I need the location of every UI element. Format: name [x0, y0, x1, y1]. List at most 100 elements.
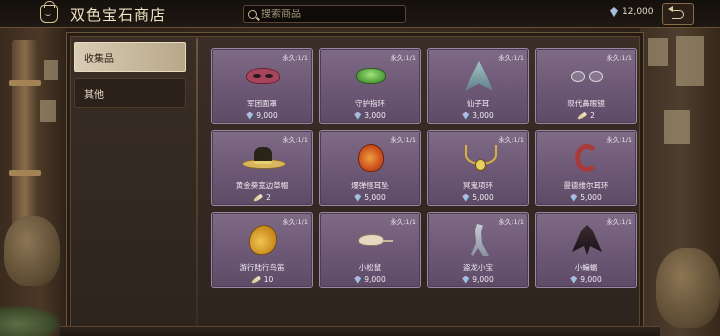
price-value: 9,000	[256, 111, 278, 120]
item-name: 守护指环	[355, 99, 385, 108]
item-name: 仙子耳	[466, 99, 490, 108]
ring-icon	[356, 68, 386, 84]
purchase-limit: 永久:1/1	[282, 136, 308, 144]
wall-note	[664, 110, 690, 144]
item-art	[348, 59, 394, 93]
item-name: 爆弹怪耳坠	[351, 181, 389, 190]
plant-decor	[0, 306, 60, 336]
item-name: 曼德维尔耳环	[563, 181, 609, 190]
gem-icon	[462, 275, 470, 284]
item-art	[456, 141, 502, 175]
feather-icon	[252, 192, 264, 203]
back-button[interactable]	[662, 3, 694, 25]
item-grid: 永久:1/1 军团面罩 9,000 永久:1/1 守护指环 3,000 永久:1…	[211, 48, 639, 288]
purchase-limit: 永久:1/1	[390, 136, 416, 144]
return-arrow-icon	[668, 6, 684, 19]
item-price: 10	[212, 274, 312, 285]
gem-icon	[462, 193, 470, 202]
purchase-limit: 永久:1/1	[606, 218, 632, 226]
hat-icon	[242, 147, 286, 169]
currency-amount: 12,000	[622, 7, 654, 17]
feather-icon	[576, 110, 588, 121]
item-name: 小松鼠	[358, 263, 382, 272]
price-value: 5,000	[364, 193, 386, 202]
item-card[interactable]: 永久:1/1 仙子耳 3,000	[427, 48, 529, 124]
currency-display: 12,000	[610, 7, 654, 17]
sack-decor	[656, 248, 720, 328]
price-value: 10	[263, 275, 274, 284]
necklace-icon	[462, 145, 497, 171]
item-card[interactable]: 永久:1/1 曼德维尔耳环 5,000	[535, 130, 637, 206]
search-icon	[248, 9, 257, 19]
item-card[interactable]: 永久:1/1 游行陆行鸟笛 10	[211, 212, 313, 288]
gem-icon	[354, 275, 362, 284]
bird-whistle-icon	[249, 225, 277, 255]
item-name: 小蝙蝠	[574, 263, 598, 272]
price-value: 5,000	[472, 193, 494, 202]
gem-icon	[462, 111, 470, 120]
item-price: 5,000	[536, 193, 636, 202]
price-value: 3,000	[472, 111, 494, 120]
item-art	[348, 223, 394, 257]
item-price: 3,000	[428, 111, 528, 120]
shop-bag-icon	[40, 1, 58, 23]
wall-note	[40, 100, 56, 122]
purchase-limit: 永久:1/1	[498, 54, 524, 62]
price-value: 2	[590, 111, 595, 120]
bat-icon	[572, 225, 602, 255]
earring-icon	[358, 144, 384, 172]
gem-icon	[610, 7, 618, 17]
item-price: 9,000	[320, 275, 420, 284]
glasses-icon	[569, 71, 605, 82]
mask-icon	[246, 68, 280, 84]
item-card[interactable]: 永久:1/1 爆弹怪耳坠 5,000	[319, 130, 421, 206]
purchase-limit: 永久:1/1	[606, 136, 632, 144]
raptor-icon	[471, 224, 489, 256]
item-name: 现代鼻眼镜	[567, 99, 605, 108]
item-card[interactable]: 永久:1/1 冥鬼项环 5,000	[427, 130, 529, 206]
item-price: 2	[536, 110, 636, 121]
item-card[interactable]: 永久:1/1 守护指环 3,000	[319, 48, 421, 124]
gem-icon	[570, 193, 578, 202]
page-title: 双色宝石商店	[70, 6, 167, 24]
purchase-limit: 永久:1/1	[498, 218, 524, 226]
item-price: 9,000	[428, 275, 528, 284]
item-card[interactable]: 永久:1/1 现代鼻眼镜 2	[535, 48, 637, 124]
item-card[interactable]: 永久:1/1 小松鼠 9,000	[319, 212, 421, 288]
item-card[interactable]: 永久:1/1 军团面罩 9,000	[211, 48, 313, 124]
tab-collectibles[interactable]: 收集品	[74, 42, 186, 72]
price-value: 9,000	[364, 275, 386, 284]
item-card[interactable]: 永久:1/1 盗龙小宝 9,000	[427, 212, 529, 288]
purchase-limit: 永久:1/1	[282, 54, 308, 62]
item-price: 9,000	[536, 275, 636, 284]
item-price: 3,000	[320, 111, 420, 120]
wall-note	[676, 36, 704, 86]
gem-icon	[354, 111, 362, 120]
item-art	[564, 223, 610, 257]
price-value: 9,000	[472, 275, 494, 284]
item-art	[564, 141, 610, 175]
top-bar: 双色宝石商店 12,000	[0, 0, 720, 28]
tab-other[interactable]: 其他	[74, 78, 186, 108]
purchase-limit: 永久:1/1	[390, 218, 416, 226]
item-card[interactable]: 永久:1/1 小蝙蝠 9,000	[535, 212, 637, 288]
item-art	[348, 141, 394, 175]
item-name: 冥鬼项环	[463, 181, 493, 190]
item-art	[456, 223, 502, 257]
item-name: 军团面罩	[247, 99, 277, 108]
search-box[interactable]	[243, 5, 406, 23]
purchase-limit: 永久:1/1	[282, 218, 308, 226]
search-input[interactable]	[261, 8, 401, 20]
bottom-trim	[60, 326, 660, 336]
purchase-limit: 永久:1/1	[498, 136, 524, 144]
gem-icon	[570, 275, 578, 284]
item-card[interactable]: 永久:1/1 黄金葵宽边草帽 2	[211, 130, 313, 206]
price-value: 5,000	[580, 193, 602, 202]
item-art	[564, 59, 610, 93]
item-price: 9,000	[212, 111, 312, 120]
price-value: 3,000	[364, 111, 386, 120]
item-name: 盗龙小宝	[463, 263, 493, 272]
item-art	[240, 223, 286, 257]
feather-icon	[250, 274, 261, 285]
tab-label: 其他	[84, 89, 104, 101]
